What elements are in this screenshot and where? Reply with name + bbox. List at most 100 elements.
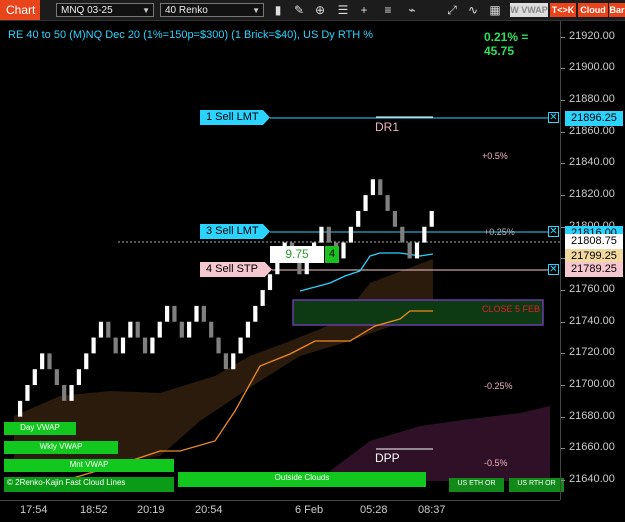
y-tick: 21860.00 bbox=[569, 124, 615, 137]
y-tick-mark bbox=[561, 163, 565, 165]
plus-icon[interactable]: + bbox=[356, 2, 372, 18]
renko-brick bbox=[120, 337, 126, 354]
y-tick: 21880.00 bbox=[569, 93, 615, 106]
renko-brick bbox=[165, 305, 170, 322]
renko-brick bbox=[201, 305, 206, 322]
renko-brick bbox=[150, 337, 155, 354]
cloud-band-lower bbox=[330, 406, 550, 481]
renko-brick bbox=[40, 353, 45, 370]
chart-plot-area[interactable]: RE 40 to 50 (M)NQ Dec 20 (1%=150p=$300) … bbox=[0, 21, 564, 500]
y-tick-mark bbox=[561, 480, 565, 481]
bar-button[interactable]: Bar bbox=[609, 3, 625, 17]
chart-tab[interactable]: Chart bbox=[0, 0, 40, 20]
order-sell-stp-4[interactable]: 4 Sell STP bbox=[200, 262, 272, 277]
renko-brick bbox=[260, 290, 265, 306]
y-tick-mark bbox=[561, 68, 565, 70]
chart-trader-icon[interactable]: ⤢ bbox=[444, 2, 460, 18]
y-tick-mark bbox=[561, 36, 565, 38]
bars-icon[interactable]: ▮ bbox=[270, 2, 286, 18]
chart-title: RE 40 to 50 (M)NQ Dec 20 (1%=150p=$300) … bbox=[8, 29, 374, 41]
toolbar: Chart MNQ 03-25 ▼ 40 Renko ▼ ▮ ✎ ⊕ ☰ + ≡… bbox=[0, 0, 625, 21]
bar-type-selector[interactable]: 40 Renko ▼ bbox=[160, 3, 264, 17]
order-sell-lmt-3[interactable]: 3 Sell LMT bbox=[200, 224, 270, 239]
zoom-icon[interactable]: ⊕ bbox=[312, 2, 328, 18]
y-tick: 21840.00 bbox=[569, 156, 615, 169]
y-tick-mark bbox=[561, 321, 565, 323]
y-tick-mark bbox=[561, 195, 565, 197]
trend-icon[interactable]: ∿ bbox=[465, 2, 481, 18]
renko-brick bbox=[18, 400, 23, 417]
pct-readout: 0.21% = 45.75 bbox=[484, 30, 529, 58]
renko-brick bbox=[142, 337, 148, 354]
renko-brick bbox=[106, 321, 111, 338]
order-sell-lmt-1[interactable]: 1 Sell LMT bbox=[200, 110, 270, 125]
renko-brick bbox=[187, 321, 192, 338]
y-tick: 21900.00 bbox=[569, 61, 615, 74]
renko-brick bbox=[91, 337, 96, 354]
y-tick: 21680.00 bbox=[569, 409, 615, 422]
dpp-label: DPP bbox=[375, 451, 400, 465]
renko-brick bbox=[319, 226, 324, 243]
x-tick: 08:37 bbox=[418, 504, 446, 516]
minus025-label: -0.25% bbox=[484, 381, 513, 391]
price-box-1: 21896.25 bbox=[565, 111, 623, 126]
renko-brick bbox=[135, 321, 140, 338]
strategy-icon[interactable]: ⌁ bbox=[404, 2, 420, 18]
pnl-qty[interactable]: 4 bbox=[325, 246, 339, 263]
renko-brick bbox=[422, 226, 427, 243]
renko-brick bbox=[172, 305, 177, 322]
minus05-label: -0.5% bbox=[484, 458, 508, 468]
renko-brick bbox=[356, 210, 361, 227]
time-axis[interactable]: 17:54 18:52 20:19 20:54 6 Feb 05:28 08:3… bbox=[0, 500, 560, 522]
grid-icon[interactable]: ▦ bbox=[487, 2, 503, 18]
us-eth-label: US ETH OR bbox=[449, 478, 504, 492]
close-feb-label: CLOSE 5 FEB bbox=[482, 304, 541, 314]
y-tick: 21740.00 bbox=[569, 314, 615, 327]
renko-brick bbox=[84, 353, 89, 370]
price-box-5: 21789.25 bbox=[565, 262, 623, 277]
renko-brick bbox=[238, 337, 243, 354]
wvwap-button[interactable]: W VWAP bbox=[510, 3, 548, 17]
x-tick: 20:54 bbox=[195, 504, 223, 516]
outside-clouds-label: Outside Clouds bbox=[178, 472, 426, 487]
y-tick: 21720.00 bbox=[569, 346, 615, 359]
renko-brick bbox=[113, 337, 118, 354]
renko-brick bbox=[62, 385, 67, 401]
renko-brick bbox=[370, 179, 375, 196]
renko-brick bbox=[32, 369, 37, 386]
properties-icon[interactable]: ☰ bbox=[335, 2, 351, 18]
renko-brick bbox=[25, 385, 30, 401]
wkly-vwap-label: Wkly VWAP bbox=[4, 441, 118, 454]
cloud-button[interactable]: Cloud bbox=[578, 3, 608, 17]
renko-brick bbox=[363, 195, 368, 211]
close-icon[interactable]: ✕ bbox=[548, 112, 559, 123]
renko-brick bbox=[245, 321, 251, 338]
mnt-vwap-label: Mnt VWAP bbox=[4, 459, 174, 472]
renko-brick bbox=[378, 179, 383, 196]
renko-brick bbox=[128, 321, 133, 338]
cloud-band bbox=[14, 259, 433, 471]
y-tick-mark bbox=[561, 131, 565, 133]
renko-brick bbox=[179, 321, 184, 338]
x-tick: 6 Feb bbox=[295, 504, 324, 516]
tk-button[interactable]: T<>K bbox=[550, 3, 576, 17]
renko-brick bbox=[209, 321, 214, 338]
renko-brick bbox=[392, 210, 398, 227]
close-icon[interactable]: ✕ bbox=[548, 264, 559, 275]
dr1-label: DR1 bbox=[375, 120, 400, 134]
us-rth-label: US RTH OR bbox=[509, 478, 564, 492]
list-icon[interactable]: ≡ bbox=[380, 2, 396, 18]
y-tick: 21760.00 bbox=[569, 283, 615, 296]
y-tick: 21820.00 bbox=[569, 188, 615, 201]
pencil-icon[interactable]: ✎ bbox=[291, 2, 307, 18]
close-icon[interactable]: ✕ bbox=[548, 226, 559, 237]
plus05-label: +0.5% bbox=[482, 151, 508, 161]
y-tick-mark bbox=[561, 448, 565, 450]
y-tick-mark bbox=[561, 353, 565, 355]
renko-brick bbox=[194, 305, 199, 322]
y-tick-mark bbox=[561, 290, 565, 292]
y-tick: 21700.00 bbox=[569, 378, 615, 391]
x-tick: 05:28 bbox=[360, 504, 388, 516]
renko-brick bbox=[76, 369, 81, 386]
instrument-selector[interactable]: MNQ 03-25 ▼ bbox=[56, 3, 154, 17]
